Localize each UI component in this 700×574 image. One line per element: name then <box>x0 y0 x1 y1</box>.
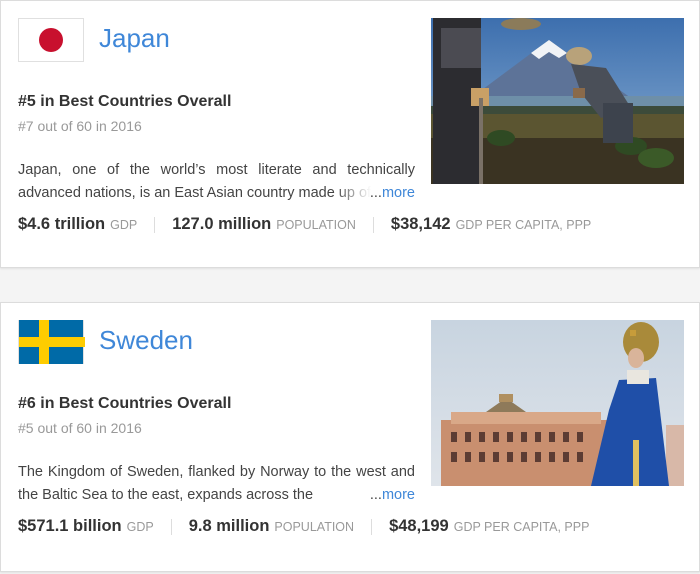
gdp-per-capita-stat: $48,199 GDP PER CAPITA, PPP <box>389 517 589 536</box>
divider <box>372 216 374 233</box>
stat-label: POPULATION <box>276 218 356 232</box>
stat-value: $4.6 trillion <box>18 215 106 233</box>
country-description: The Kingdom of Sweden, flanked by Norway… <box>18 461 415 507</box>
stat-value: $571.1 billion <box>18 517 122 535</box>
country-photo[interactable] <box>431 18 684 184</box>
population-stat: 9.8 million POPULATION <box>189 517 354 536</box>
ellipsis: ... <box>369 185 382 201</box>
country-stats: $4.6 trillion GDP 127.0 million POPULATI… <box>18 215 682 234</box>
country-name-link[interactable]: Sweden <box>99 325 193 356</box>
gdp-stat: $4.6 trillion GDP <box>18 215 137 234</box>
gdp-stat: $571.1 billion GDP <box>18 517 154 536</box>
more-link[interactable]: more <box>382 185 415 201</box>
stat-label: GDP <box>110 218 138 232</box>
stat-value: 127.0 million <box>172 215 272 233</box>
country-description: Japan, one of the world’s most literate … <box>18 159 415 205</box>
more-link[interactable]: more <box>382 487 415 503</box>
sweden-flag <box>18 320 85 364</box>
stat-value: $38,142 <box>390 215 451 233</box>
divider <box>154 216 156 233</box>
country-card-sweden: Sweden #6 in Best Countries Overall #5 o… <box>0 302 700 572</box>
divider <box>170 518 172 535</box>
stat-label: GDP PER CAPITA, PPP <box>455 218 592 232</box>
stat-label: POPULATION <box>274 520 355 534</box>
japan-flag <box>18 18 84 62</box>
divider <box>371 518 373 535</box>
country-name-link[interactable]: Japan <box>99 23 170 54</box>
stat-value: $48,199 <box>389 517 449 535</box>
country-stats: $571.1 billion GDP 9.8 million POPULATIO… <box>18 517 682 536</box>
stat-label: GDP PER CAPITA, PPP <box>453 520 590 534</box>
country-card-japan: Japan #5 in Best Countries Overall #7 ou… <box>0 0 700 268</box>
overall-rank: #6 in Best Countries Overall <box>18 395 232 412</box>
overall-rank: #5 in Best Countries Overall <box>18 93 232 110</box>
previous-rank: #7 out of 60 in 2016 <box>18 118 142 134</box>
stat-label: GDP <box>126 520 154 534</box>
population-stat: 127.0 million POPULATION <box>172 215 356 234</box>
stat-value: 9.8 million <box>188 517 270 535</box>
country-photo[interactable] <box>431 320 684 486</box>
ellipsis: ... <box>369 487 382 503</box>
previous-rank: #5 out of 60 in 2016 <box>18 420 142 436</box>
gdp-per-capita-stat: $38,142 GDP PER CAPITA, PPP <box>391 215 591 234</box>
